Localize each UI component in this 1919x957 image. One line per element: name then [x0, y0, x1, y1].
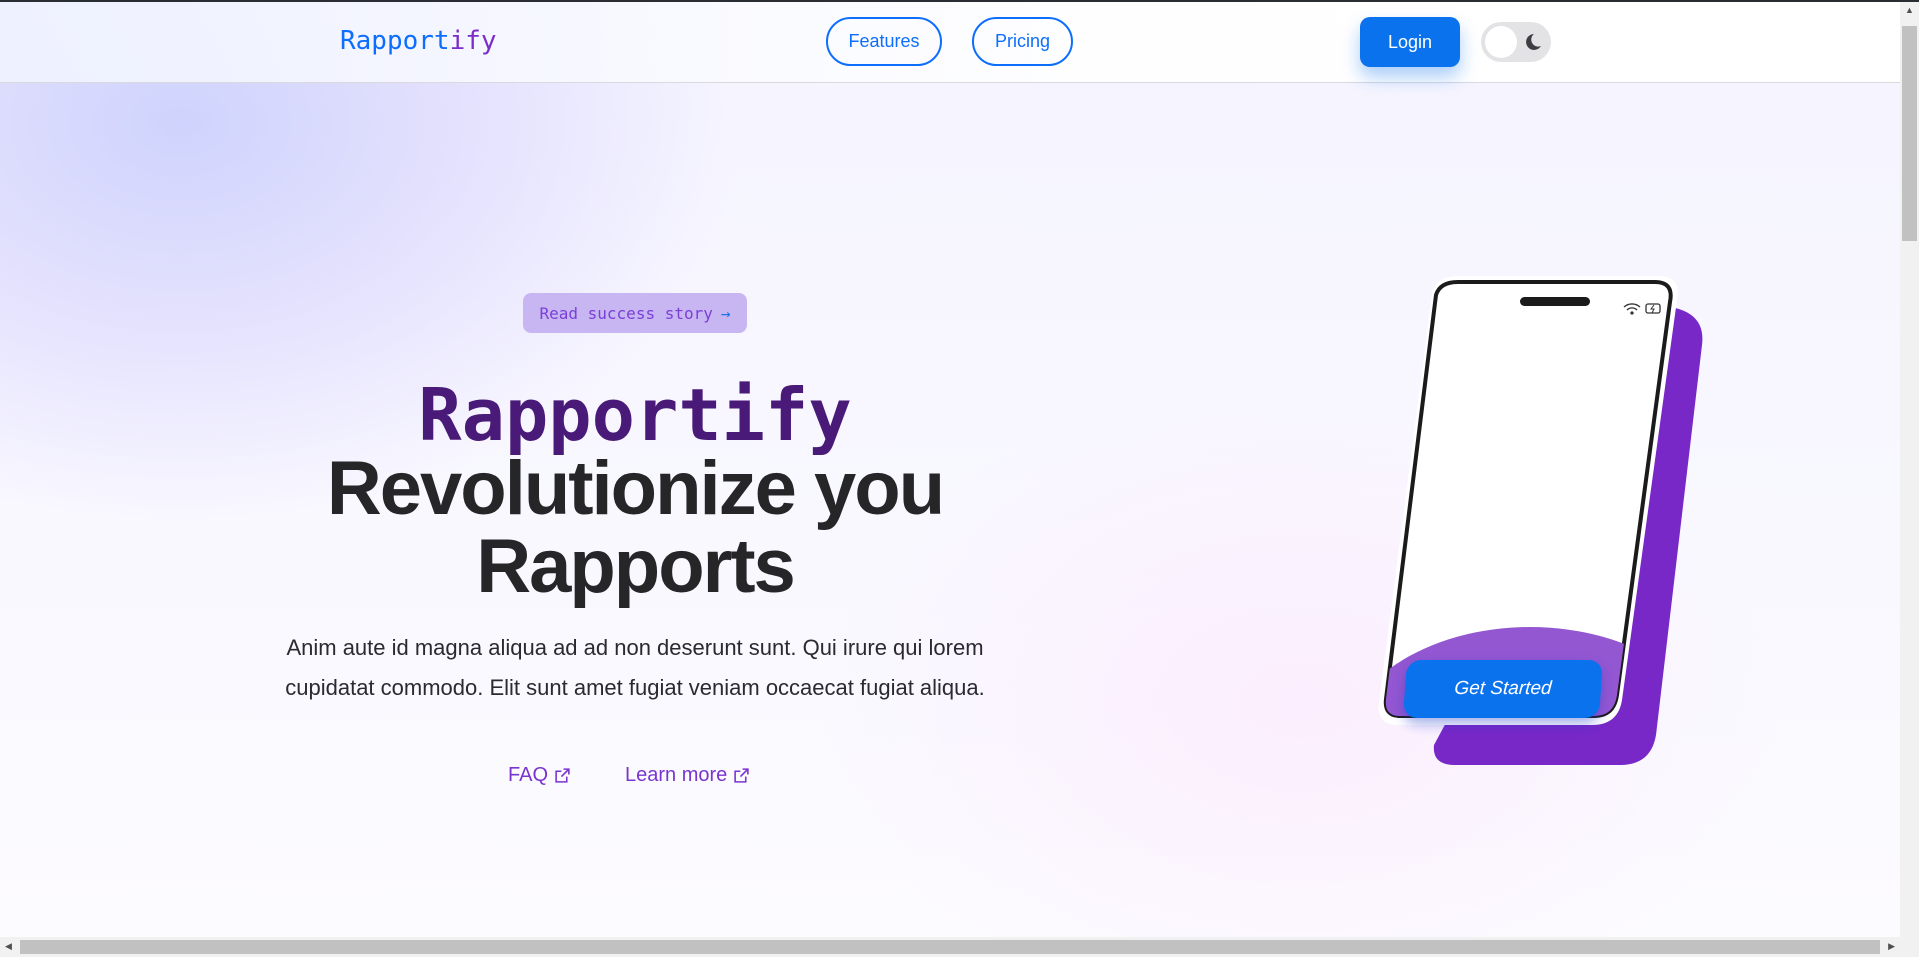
- headline-line-1: Revolutionize you: [326, 446, 945, 531]
- arrow-right-icon: →: [720, 303, 731, 323]
- phone-notch: [1520, 297, 1590, 306]
- hero-description: Anim aute id magna aliqua ad ad non dese…: [285, 635, 985, 700]
- login-button[interactable]: Login: [1360, 17, 1460, 67]
- logo[interactable]: Rapportify: [340, 26, 497, 56]
- headline-line-2: Rapports: [476, 524, 796, 609]
- external-link-icon: [734, 768, 749, 783]
- success-story-badge[interactable]: Read success story →: [523, 293, 747, 333]
- theme-toggle[interactable]: [1481, 22, 1551, 62]
- moon-icon: [1526, 34, 1541, 50]
- logo-main: Rapport: [340, 26, 450, 56]
- faq-link[interactable]: FAQ: [508, 764, 571, 787]
- get-started-button[interactable]: Get Started: [1402, 660, 1604, 718]
- hero-headline: Revolutionize you Rapports: [240, 450, 1030, 606]
- get-started-label: Get Started: [1453, 678, 1553, 699]
- horizontal-scrollbar[interactable]: ◀ ▶: [0, 937, 1919, 957]
- vertical-scrollbar[interactable]: ▲: [1900, 2, 1919, 937]
- horizontal-scroll-thumb[interactable]: [20, 940, 1880, 954]
- external-link-icon: [555, 768, 570, 783]
- logo-accent: ify: [449, 26, 497, 56]
- features-button[interactable]: Features: [826, 17, 942, 66]
- navbar: Rapportify Features Pricing Login: [0, 2, 1900, 83]
- toggle-knob: [1485, 26, 1517, 58]
- faq-label: FAQ: [508, 764, 549, 786]
- badge-label: Read success story: [539, 303, 713, 323]
- pricing-button[interactable]: Pricing: [972, 17, 1073, 66]
- vertical-scroll-thumb[interactable]: [1902, 26, 1917, 241]
- learn-more-label: Learn more: [625, 764, 728, 786]
- learn-more-link[interactable]: Learn more: [625, 764, 750, 787]
